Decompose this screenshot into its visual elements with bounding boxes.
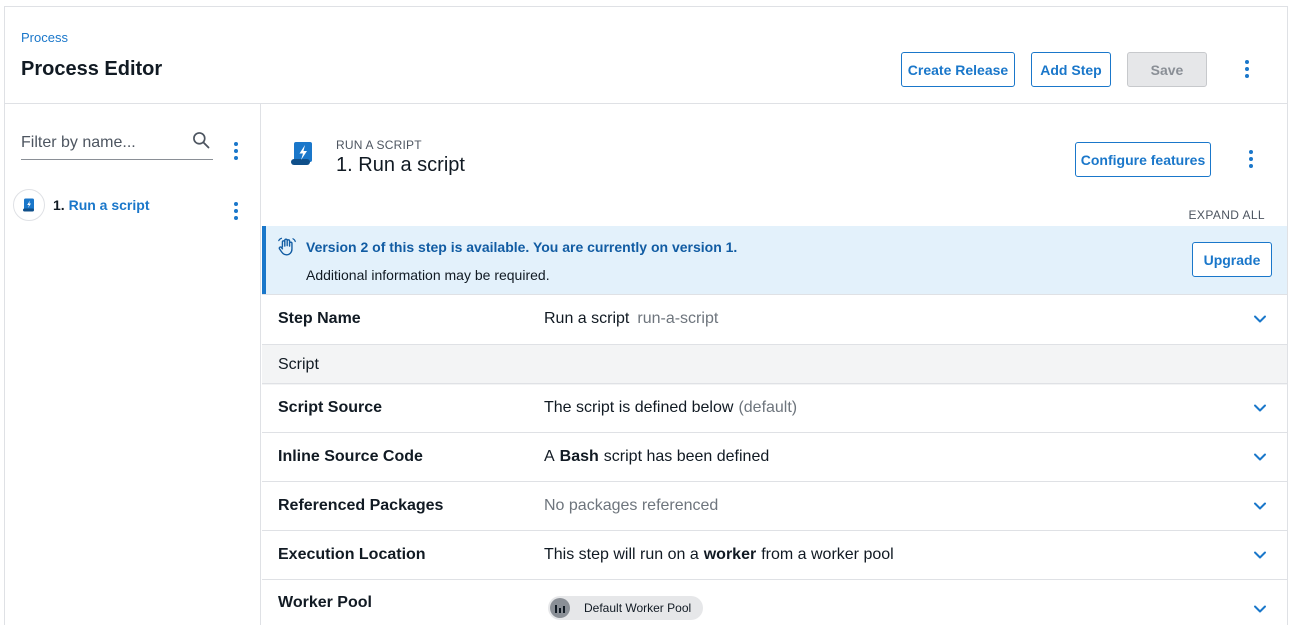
inline-source-row[interactable]: Inline Source Code A Bash script has bee… xyxy=(262,432,1287,481)
sidebar: 1. Run a script xyxy=(5,104,261,625)
inline-source-language: Bash xyxy=(559,448,599,465)
sidebar-item-label: 1. Run a script xyxy=(53,197,149,213)
filter-field xyxy=(21,128,213,160)
script-source-hint: (default) xyxy=(738,399,798,416)
waving-hand-icon xyxy=(278,237,296,256)
script-source-row[interactable]: Script Source The script is defined belo… xyxy=(262,383,1287,432)
banner-submessage: Additional information may be required. xyxy=(306,267,550,283)
worker-pool-row[interactable]: Worker Pool Default Worker Pool xyxy=(262,579,1287,625)
chevron-down-icon[interactable] xyxy=(1253,501,1267,511)
step-name-value: Run a script run-a-script xyxy=(544,310,718,328)
filter-more-menu-icon[interactable] xyxy=(226,139,246,163)
worker-pool-chip-text: Default Worker Pool xyxy=(584,601,692,615)
chevron-down-icon[interactable] xyxy=(1253,550,1267,560)
worker-pool-chip[interactable]: Default Worker Pool xyxy=(548,596,704,620)
sidebar-item-more-menu-icon[interactable] xyxy=(226,199,246,223)
configure-features-button[interactable]: Configure features xyxy=(1075,142,1211,177)
breadcrumb-process[interactable]: Process xyxy=(21,30,68,45)
sidebar-item-number: 1. xyxy=(53,197,65,213)
step-name-slug: run-a-script xyxy=(637,310,719,327)
step-more-menu-icon[interactable] xyxy=(1241,147,1261,171)
script-source-value: The script is defined below (default) xyxy=(544,399,797,417)
step-editor: RUN A SCRIPT 1. Run a script Configure f… xyxy=(262,104,1287,625)
section-header-script: Script xyxy=(262,344,1287,385)
process-editor-panel: Process Process Editor Create Release Ad… xyxy=(4,6,1288,625)
worker-pool-label: Worker Pool xyxy=(278,594,372,611)
worker-pool-value: Default Worker Pool xyxy=(548,596,704,620)
step-name-text: Run a script xyxy=(544,310,630,327)
execution-target: worker xyxy=(703,546,757,563)
section-title: Script xyxy=(278,356,319,373)
sidebar-item-run-a-script[interactable]: 1. Run a script xyxy=(13,188,253,222)
step-type-label: RUN A SCRIPT xyxy=(336,138,422,152)
execution-prefix: This step will run on a xyxy=(544,546,699,563)
search-icon[interactable] xyxy=(191,130,211,150)
step-title-text: Run a script xyxy=(358,154,465,176)
step-title: 1. Run a script xyxy=(336,154,465,177)
chevron-down-icon[interactable] xyxy=(1253,604,1267,614)
page-title: Process Editor xyxy=(21,58,163,80)
inline-source-value: A Bash script has been defined xyxy=(544,448,769,466)
chevron-down-icon[interactable] xyxy=(1253,452,1267,462)
banner-message: Version 2 of this step is available. You… xyxy=(306,239,738,255)
sidebar-item-text: Run a script xyxy=(68,197,150,213)
execution-suffix: from a worker pool xyxy=(761,546,894,563)
execution-location-label: Execution Location xyxy=(278,546,426,563)
header-more-menu-icon[interactable] xyxy=(1237,57,1257,81)
inline-source-label: Inline Source Code xyxy=(278,448,423,465)
step-number: 1. xyxy=(336,154,353,176)
create-release-button[interactable]: Create Release xyxy=(901,52,1015,87)
inline-source-prefix: A xyxy=(544,448,555,465)
referenced-packages-value: No packages referenced xyxy=(544,497,719,514)
upgrade-banner: Version 2 of this step is available. You… xyxy=(262,226,1287,294)
step-name-row[interactable]: Step Name Run a script run-a-script xyxy=(262,294,1287,343)
filter-input[interactable] xyxy=(21,132,181,154)
inline-source-suffix: script has been defined xyxy=(603,448,770,465)
step-name-label: Step Name xyxy=(278,310,361,327)
script-source-text: The script is defined below xyxy=(544,399,734,416)
script-source-label: Script Source xyxy=(278,399,383,416)
worker-pool-icon xyxy=(550,598,570,618)
referenced-packages-label: Referenced Packages xyxy=(278,497,444,514)
script-step-icon xyxy=(291,142,312,165)
chevron-down-icon[interactable] xyxy=(1253,314,1267,324)
add-step-button[interactable]: Add Step xyxy=(1031,52,1111,87)
chevron-down-icon[interactable] xyxy=(1253,403,1267,413)
execution-location-value: This step will run on a worker from a wo… xyxy=(544,546,894,564)
referenced-packages-row[interactable]: Referenced Packages No packages referenc… xyxy=(262,481,1287,530)
script-step-icon xyxy=(13,189,45,221)
save-button[interactable]: Save xyxy=(1127,52,1207,87)
execution-location-row[interactable]: Execution Location This step will run on… xyxy=(262,530,1287,579)
upgrade-button[interactable]: Upgrade xyxy=(1192,242,1272,277)
expand-all-link[interactable]: EXPAND ALL xyxy=(1189,208,1265,222)
